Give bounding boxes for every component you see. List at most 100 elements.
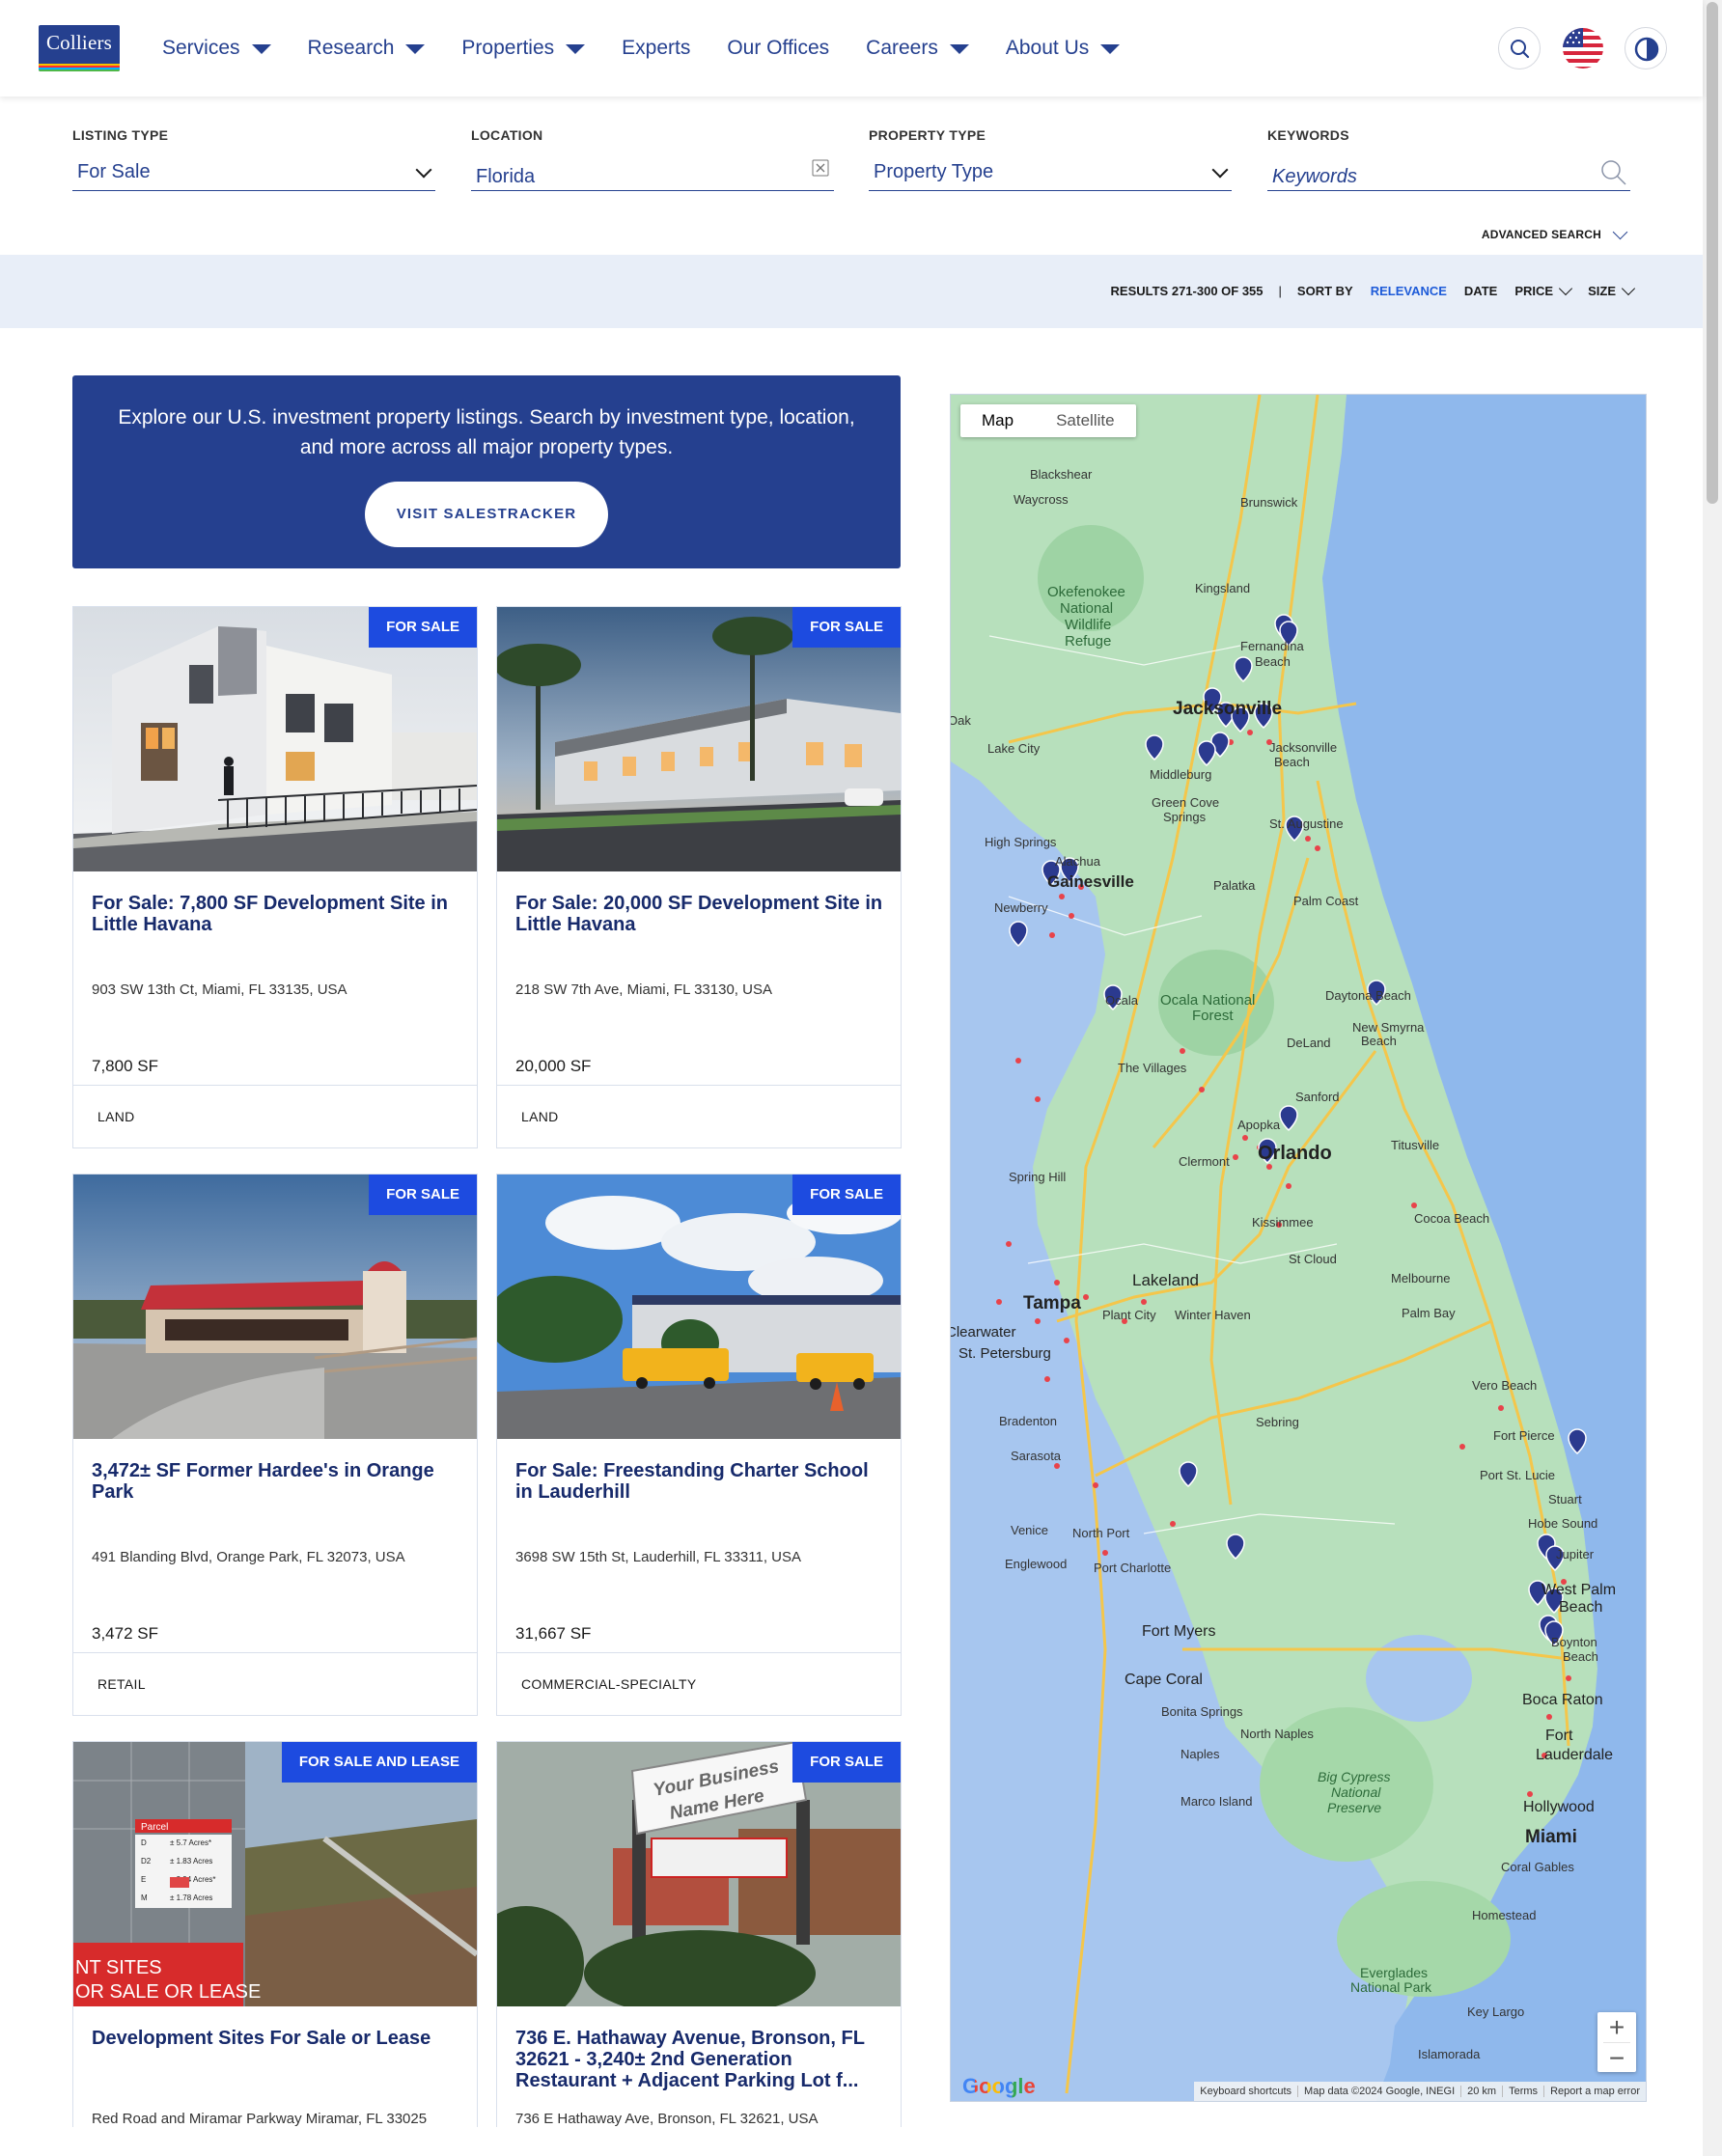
logo-stripes [39,64,120,71]
listing-card[interactable]: FOR SALE For Sale: Freestanding Charter … [496,1174,902,1716]
listing-badge: FOR SALE [792,1175,901,1215]
svg-text:Jacksonville: Jacksonville [1173,699,1282,719]
listing-address: 3698 SW 15th St, Lauderhill, FL 33311, U… [515,1549,802,1565]
parcel-acres: ± 1.78 Acres [170,1893,212,1902]
listing-card[interactable]: FOR SALE For Sale: 20,000 SF Development… [496,606,902,1148]
sort-date[interactable]: DATE [1464,284,1497,298]
map-type-satellite[interactable]: Satellite [1035,404,1135,437]
caret-down-icon [566,44,586,54]
sort-size-label: SIZE [1588,284,1616,298]
listing-type-select[interactable]: For Sale [72,156,435,191]
caret-down-icon [405,44,426,54]
listing-address: Red Road and Miramar Parkway Miramar, FL… [92,2111,428,2127]
listing-card[interactable]: Parcel D ± 5.7 Acres* D2 ± 1.83 Acres E ± 3… [72,1741,478,2127]
svg-text:Apopka: Apopka [1237,1118,1281,1132]
listing-title[interactable]: For Sale: Freestanding Charter School in… [515,1460,887,1503]
nav-research[interactable]: Research [308,37,426,60]
listing-photo[interactable]: FOR SALE [73,607,477,871]
keyboard-shortcuts-link[interactable]: Keyboard shortcuts [1194,2086,1297,2097]
listing-size: 31,667 SF [515,1624,592,1643]
listing-size: 3,472 SF [92,1624,158,1643]
nav-our-offices[interactable]: Our Offices [727,37,829,60]
listing-badge: FOR SALE [792,1742,901,1783]
svg-text:Cocoa Beach: Cocoa Beach [1414,1211,1489,1226]
svg-text:Marco Island: Marco Island [1180,1794,1252,1809]
zoom-out-button[interactable]: − [1597,2043,1636,2073]
results-map[interactable]: Blackshear Waycross Brunswick Okefenokee… [950,394,1647,2102]
svg-text:High Springs: High Springs [985,835,1057,849]
svg-text:Waycross: Waycross [1014,492,1069,507]
header-search-button[interactable] [1498,27,1541,69]
sort-price[interactable]: PRICE [1514,281,1573,298]
listing-card[interactable]: FOR SALE For Sale: 7,800 SF Development … [72,606,478,1148]
map-type-map[interactable]: Map [960,404,1035,437]
chevron-down-icon [415,161,432,179]
page-scrollbar[interactable] [1703,0,1722,2156]
card-divider [497,1085,901,1086]
listing-card[interactable]: FOR SALE 3,472± SF Former Hardee's in Or… [72,1174,478,1716]
salestracker-promo: Explore our U.S. investment property lis… [72,375,901,568]
svg-text:Spring Hill: Spring Hill [1009,1170,1066,1184]
svg-text:Bonita Springs: Bonita Springs [1161,1704,1243,1719]
property-type-select[interactable]: Property Type [869,156,1232,191]
svg-text:Palm Bay: Palm Bay [1402,1306,1456,1320]
report-error-link[interactable]: Report a map error [1543,2086,1646,2097]
svg-text:Daytona Beach: Daytona Beach [1325,988,1411,1003]
listing-card[interactable]: Your Business Name Here FOR SALE 736 E. … [496,1741,902,2127]
listing-photo[interactable]: Parcel D ± 5.7 Acres* D2 ± 1.83 Acres E ± 3… [73,1742,477,2006]
svg-text:Fernandina: Fernandina [1240,639,1305,653]
listing-title[interactable]: 3,472± SF Former Hardee's in Orange Park [92,1460,463,1503]
svg-text:Fort: Fort [1545,1728,1573,1744]
svg-text:Oak: Oak [951,713,971,728]
keywords-input[interactable]: Keywords [1267,156,1630,191]
results-count: RESULTS 271-300 OF 355 [1110,284,1264,298]
svg-text:National Park: National Park [1350,1979,1432,1995]
location-input[interactable]: Florida [471,156,834,191]
florida-map[interactable]: Blackshear Waycross Brunswick Okefenokee… [951,395,1647,2102]
svg-text:Boca Raton: Boca Raton [1522,1692,1603,1708]
clear-icon[interactable] [811,158,830,178]
search-icon[interactable] [1599,158,1628,187]
svg-text:Tampa: Tampa [1023,1293,1081,1313]
contrast-toggle-button[interactable] [1625,27,1667,69]
scrollbar-thumb[interactable] [1707,2,1718,504]
svg-text:Orlando: Orlando [1258,1143,1332,1164]
nav-experts[interactable]: Experts [622,37,690,60]
zoom-in-button[interactable]: + [1597,2012,1636,2042]
listing-title[interactable]: Development Sites For Sale or Lease [92,2028,463,2049]
card-divider [73,1085,477,1086]
region-selector-button[interactable] [1562,27,1604,69]
listing-badge: FOR SALE [369,1175,477,1215]
colliers-logo[interactable]: Colliers [39,25,120,71]
listing-photo[interactable]: FOR SALE [497,607,901,871]
svg-text:Coral Gables: Coral Gables [1501,1860,1574,1874]
svg-text:Stuart: Stuart [1548,1492,1582,1506]
nav-about-us[interactable]: About Us [1006,37,1121,60]
listing-title[interactable]: 736 E. Hathaway Avenue, Bronson, FL 3262… [515,2028,887,2091]
listing-address: 736 E Hathaway Ave, Bronson, FL 32621, U… [515,2111,819,2127]
keywords-placeholder: Keywords [1272,166,1357,187]
nav-services[interactable]: Services [162,37,271,60]
listing-photo[interactable]: Your Business Name Here FOR SALE [497,1742,901,2006]
listing-photo[interactable]: FOR SALE [73,1175,477,1439]
svg-text:Key Largo: Key Largo [1467,2004,1524,2019]
nav-properties[interactable]: Properties [461,37,586,60]
contrast-icon [1634,37,1659,62]
listing-title[interactable]: For Sale: 7,800 SF Development Site in L… [92,893,463,935]
listing-type: COMMERCIAL-SPECIALTY [521,1676,697,1692]
svg-text:Preserve: Preserve [1327,1800,1381,1815]
sort-relevance[interactable]: RELEVANCE [1371,284,1447,298]
visit-salestracker-button[interactable]: VISIT SALESTRACKER [365,482,608,547]
svg-text:Clermont: Clermont [1179,1154,1230,1169]
svg-text:National: National [1060,600,1113,617]
listing-type: RETAIL [97,1676,146,1692]
sort-size[interactable]: SIZE [1588,281,1636,298]
terms-link[interactable]: Terms [1502,2086,1543,2097]
listing-photo[interactable]: FOR SALE [497,1175,901,1439]
nav-careers[interactable]: Careers [866,37,969,60]
listing-type-value: For Sale [77,161,151,182]
advanced-search-toggle[interactable]: ADVANCED SEARCH [1482,224,1628,241]
parcel-id: D2 [141,1857,152,1866]
listing-title[interactable]: For Sale: 20,000 SF Development Site in … [515,893,887,935]
map-attribution: Keyboard shortcuts Map data ©2024 Google… [1194,2082,1646,2101]
